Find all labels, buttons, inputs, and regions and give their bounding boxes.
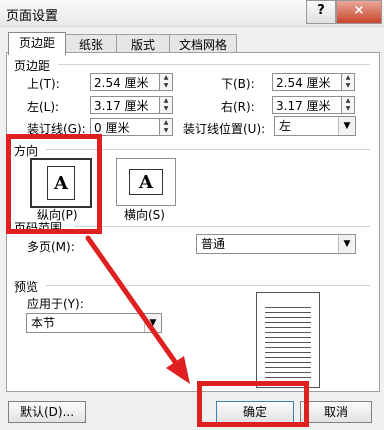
annotation-arrow [85,235,190,384]
tab-margins[interactable]: 页边距 [8,32,66,55]
